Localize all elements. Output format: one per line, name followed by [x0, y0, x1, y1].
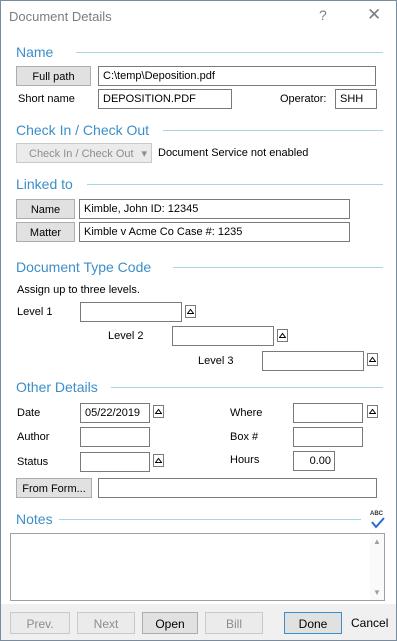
hours-field[interactable]: 0.00	[293, 451, 335, 471]
date-field[interactable]: 05/22/2019	[80, 403, 150, 423]
section-header-checkin: Check In / Check Out	[16, 122, 150, 138]
section-rule	[173, 267, 383, 268]
caret-up-icon	[279, 332, 286, 338]
where-picker-button[interactable]	[367, 405, 378, 418]
check-in-out-label: Check In / Check Out	[29, 148, 134, 160]
close-button[interactable]: ✕	[367, 5, 381, 25]
status-picker-button[interactable]	[153, 454, 164, 467]
short-name-label: Short name	[18, 93, 75, 105]
window-title: Document Details	[9, 9, 112, 24]
level1-picker-button[interactable]	[185, 305, 196, 318]
scroll-up-icon[interactable]: ▲	[373, 537, 381, 546]
box-number-field[interactable]	[293, 427, 363, 447]
section-rule	[76, 52, 383, 53]
operator-label: Operator:	[280, 93, 327, 105]
where-label: Where	[230, 407, 263, 419]
where-field[interactable]	[293, 403, 363, 423]
date-label: Date	[17, 407, 41, 419]
cancel-button[interactable]: Cancel	[351, 616, 388, 630]
caret-up-icon	[155, 457, 162, 463]
linked-matter-button[interactable]: Matter	[16, 222, 75, 242]
caret-up-icon	[369, 356, 376, 362]
level2-label: Level 2	[108, 330, 144, 342]
short-name-field[interactable]: DEPOSITION.PDF	[98, 89, 232, 109]
level3-picker-button[interactable]	[367, 353, 378, 366]
next-button[interactable]: Next	[77, 612, 135, 634]
dropdown-arrow-icon: ▾	[141, 148, 147, 160]
section-rule	[59, 519, 361, 520]
section-header-name: Name	[16, 44, 54, 60]
linked-matter-field[interactable]: Kimble v Acme Co Case #: 1235	[79, 222, 350, 242]
level2-picker-button[interactable]	[277, 329, 288, 342]
notes-textarea[interactable]: ▲ ▼	[10, 533, 385, 601]
bill-button[interactable]: Bill	[205, 612, 263, 634]
check-mark-icon	[371, 517, 385, 529]
full-path-button[interactable]: Full path	[16, 66, 91, 86]
prev-button[interactable]: Prev.	[10, 612, 70, 634]
operator-field[interactable]: SHH	[335, 89, 377, 109]
section-rule	[111, 387, 383, 388]
level2-field[interactable]	[172, 326, 274, 346]
full-path-field[interactable]: C:\temp\Deposition.pdf	[98, 66, 376, 86]
author-field[interactable]	[80, 427, 150, 447]
status-label: Status	[17, 456, 49, 468]
level3-label: Level 3	[198, 355, 234, 367]
author-label: Author	[17, 431, 50, 443]
doc-type-hint: Assign up to three levels.	[17, 284, 140, 296]
help-button[interactable]: ?	[319, 7, 327, 23]
spellcheck-icon[interactable]: ABC	[368, 511, 386, 529]
title-bar: Document Details ? ✕	[1, 1, 396, 31]
date-picker-button[interactable]	[153, 405, 164, 418]
check-in-out-button[interactable]: Check In / Check Out ▾	[16, 143, 152, 163]
level1-field[interactable]	[80, 302, 182, 322]
open-button[interactable]: Open	[142, 612, 198, 634]
caret-up-icon	[187, 308, 194, 314]
hours-label: Hours	[230, 454, 260, 466]
level1-label: Level 1	[17, 306, 53, 318]
document-details-dialog: Document Details ? ✕ Name Full path C:\t…	[0, 0, 397, 641]
scroll-down-icon[interactable]: ▼	[373, 588, 381, 597]
linked-name-button[interactable]: Name	[16, 199, 75, 219]
done-button[interactable]: Done	[284, 612, 342, 634]
caret-up-icon	[155, 408, 162, 414]
section-header-doc-type: Document Type Code	[16, 259, 152, 275]
section-rule	[87, 184, 383, 185]
document-service-status: Document Service not enabled	[158, 147, 309, 159]
caret-up-icon	[369, 408, 376, 414]
section-rule	[163, 130, 383, 131]
notes-scrollbar[interactable]: ▲ ▼	[370, 534, 384, 600]
from-form-button[interactable]: From Form...	[16, 478, 92, 498]
box-number-label: Box #	[230, 431, 259, 443]
dialog-footer: Prev. Next Open Bill Done Cancel	[1, 604, 396, 640]
level3-field[interactable]	[262, 351, 364, 371]
section-header-other: Other Details	[16, 379, 98, 395]
status-field[interactable]	[80, 452, 150, 472]
section-header-linked: Linked to	[16, 176, 73, 192]
from-form-field[interactable]	[98, 478, 377, 498]
linked-name-field[interactable]: Kimble, John ID: 12345	[79, 199, 350, 219]
section-header-notes: Notes	[16, 511, 53, 527]
